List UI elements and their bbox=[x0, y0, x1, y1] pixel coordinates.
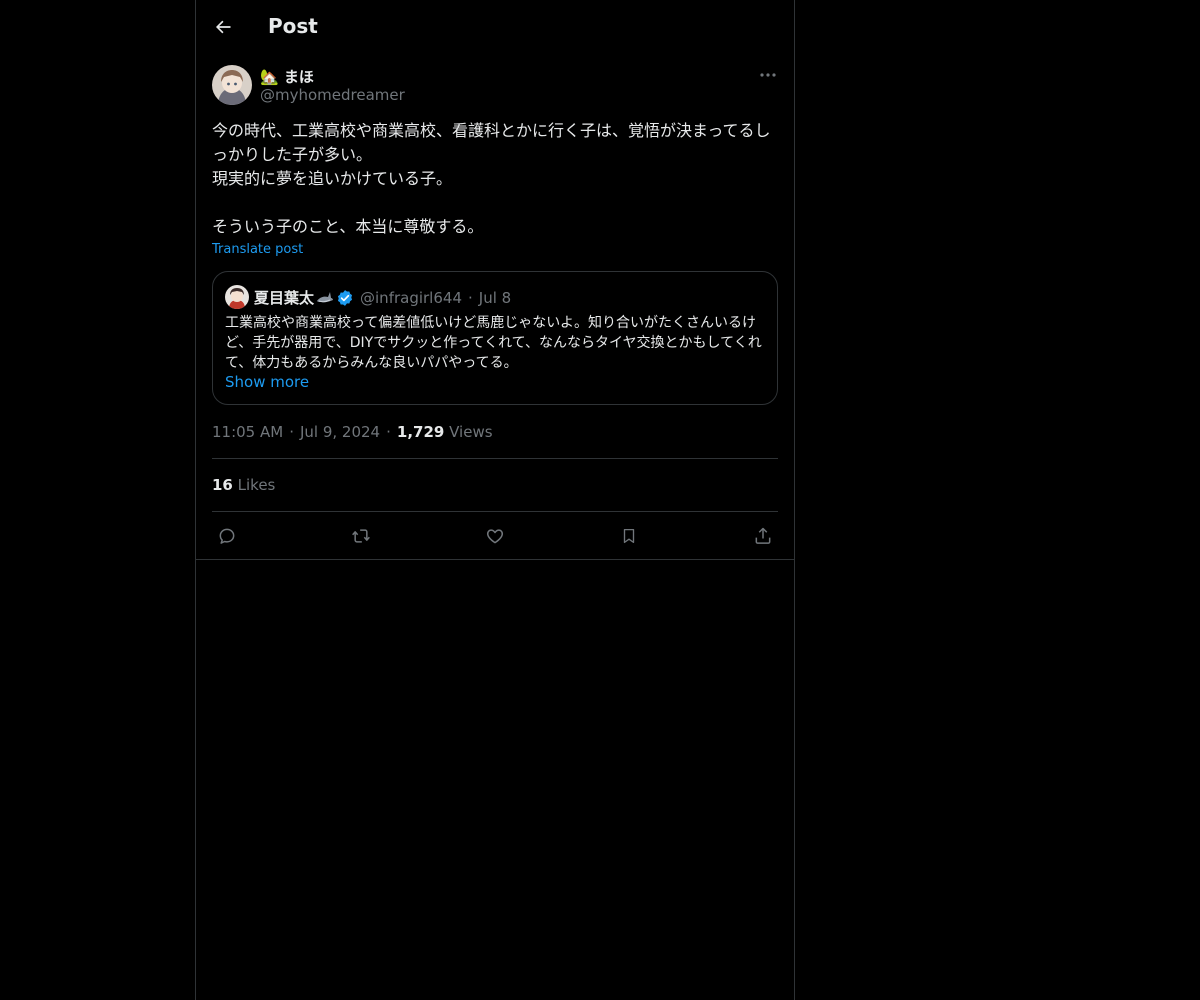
page-title: Post bbox=[268, 14, 318, 38]
quote-text: 工業高校や商業高校って偏差値低いけど馬鹿じゃないよ。知り合いがたくさんいるけど、… bbox=[225, 315, 762, 371]
repost-icon bbox=[352, 529, 370, 543]
author-handle[interactable]: @myhomedreamer bbox=[260, 86, 405, 104]
quote-display-name[interactable]: 夏目葉太 bbox=[254, 287, 314, 308]
likes-count[interactable]: 16 Likes bbox=[212, 476, 275, 494]
top-bar: Post bbox=[196, 0, 794, 54]
post-text: 今の時代、工業高校や商業高校、看護科とかに行く子は、覚悟が決まってるしっかりした… bbox=[212, 121, 771, 236]
arrow-left-icon bbox=[216, 20, 231, 34]
quoted-post[interactable]: 夏目葉太 @infragirl644 · Jul 8 工業高校や商業高校って偏差… bbox=[212, 271, 778, 405]
translate-post-link[interactable]: Translate post bbox=[212, 242, 303, 257]
share-button[interactable] bbox=[749, 522, 777, 550]
more-options-button[interactable] bbox=[756, 64, 780, 86]
divider bbox=[196, 559, 794, 560]
quote-avatar bbox=[225, 285, 249, 309]
quote-separator: · bbox=[467, 288, 473, 307]
show-more-link[interactable]: Show more bbox=[225, 373, 309, 391]
quote-header: 夏目葉太 @infragirl644 · Jul 8 bbox=[254, 287, 511, 308]
like-button[interactable] bbox=[481, 522, 509, 550]
post-meta: 11:05 AM · Jul 9, 2024 · 1,729 Views bbox=[212, 423, 493, 441]
reply-icon bbox=[219, 528, 235, 544]
meta-separator: · bbox=[289, 423, 294, 441]
bookmark-icon bbox=[623, 528, 635, 544]
quote-handle: @infragirl644 bbox=[360, 288, 462, 307]
post-time[interactable]: 11:05 AM bbox=[212, 423, 283, 441]
shark-icon bbox=[317, 291, 334, 302]
likes-number: 16 bbox=[212, 476, 233, 494]
post-date[interactable]: Jul 9, 2024 bbox=[300, 423, 380, 441]
verified-badge-icon bbox=[337, 289, 353, 306]
author-display-name[interactable]: 🏡 まほ bbox=[260, 66, 314, 87]
divider bbox=[212, 458, 778, 459]
bookmark-button[interactable] bbox=[615, 522, 643, 550]
views-label: Views bbox=[449, 423, 493, 441]
share-icon bbox=[755, 527, 771, 544]
meta-separator: · bbox=[386, 423, 391, 441]
repost-button[interactable] bbox=[347, 522, 375, 550]
views-count: 1,729 bbox=[396, 423, 445, 441]
more-icon bbox=[760, 73, 776, 77]
likes-label: Likes bbox=[237, 476, 276, 494]
like-icon bbox=[486, 529, 504, 544]
divider bbox=[212, 511, 778, 512]
avatar[interactable] bbox=[212, 65, 252, 105]
reply-button[interactable] bbox=[213, 522, 241, 550]
main-column: Post 🏡 まほ @myhomedreamer 今の時代、工業高校や商業高校、… bbox=[195, 0, 795, 1000]
back-button[interactable] bbox=[208, 12, 238, 42]
quote-date: Jul 8 bbox=[478, 288, 512, 307]
